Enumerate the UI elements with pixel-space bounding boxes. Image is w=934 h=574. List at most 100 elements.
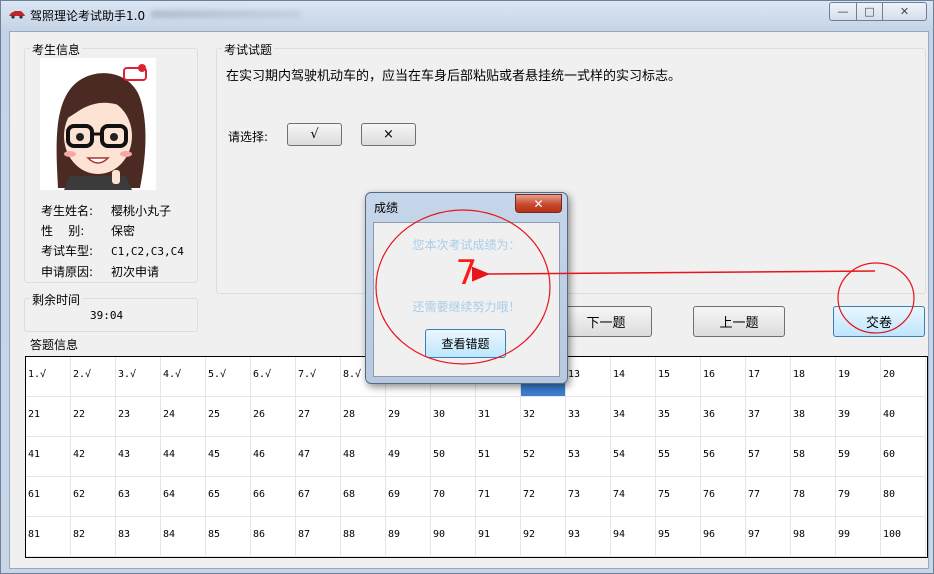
answer-cell[interactable]: 37: [746, 397, 791, 437]
answer-cell[interactable]: 78: [791, 477, 836, 517]
answer-cell[interactable]: 85: [206, 517, 251, 557]
answer-cell[interactable]: 62: [71, 477, 116, 517]
answer-cell[interactable]: 69: [386, 477, 431, 517]
review-mistakes-button[interactable]: 查看错题: [425, 329, 506, 358]
answer-cell[interactable]: 5.√: [206, 357, 251, 397]
answer-cell[interactable]: 73: [566, 477, 611, 517]
answer-cell[interactable]: 87: [296, 517, 341, 557]
answer-cell[interactable]: 82: [71, 517, 116, 557]
answer-cell[interactable]: 47: [296, 437, 341, 477]
answer-cell[interactable]: 3.√: [116, 357, 161, 397]
answer-cell[interactable]: 81: [26, 517, 71, 557]
answer-cell[interactable]: 80: [881, 477, 926, 517]
answer-cell[interactable]: 75: [656, 477, 701, 517]
answer-cell[interactable]: 36: [701, 397, 746, 437]
answer-cell[interactable]: 6.√: [251, 357, 296, 397]
answer-cell[interactable]: 94: [611, 517, 656, 557]
answer-cell[interactable]: 15: [656, 357, 701, 397]
maximize-button[interactable]: □: [857, 2, 883, 21]
answer-cell[interactable]: 79: [836, 477, 881, 517]
answer-cell[interactable]: 35: [656, 397, 701, 437]
answer-cell[interactable]: 45: [206, 437, 251, 477]
answer-cell[interactable]: 99: [836, 517, 881, 557]
answer-cell[interactable]: 29: [386, 397, 431, 437]
answer-cell[interactable]: 52: [521, 437, 566, 477]
answer-cell[interactable]: 32: [521, 397, 566, 437]
answer-cell[interactable]: 84: [161, 517, 206, 557]
answer-cell[interactable]: 48: [341, 437, 386, 477]
answer-cell[interactable]: 20: [881, 357, 926, 397]
answer-cell[interactable]: 40: [881, 397, 926, 437]
answer-cell[interactable]: 16: [701, 357, 746, 397]
answer-cell[interactable]: 86: [251, 517, 296, 557]
close-button[interactable]: ✕: [883, 2, 927, 21]
answer-cell[interactable]: 28: [341, 397, 386, 437]
answer-cell[interactable]: 96: [701, 517, 746, 557]
answer-false-button[interactable]: ×: [361, 123, 416, 146]
answer-cell[interactable]: 25: [206, 397, 251, 437]
answer-cell[interactable]: 58: [791, 437, 836, 477]
answer-cell[interactable]: 57: [746, 437, 791, 477]
answer-cell[interactable]: 63: [116, 477, 161, 517]
answer-cell[interactable]: 19: [836, 357, 881, 397]
answer-cell[interactable]: 89: [386, 517, 431, 557]
answer-cell[interactable]: 70: [431, 477, 476, 517]
prev-question-button[interactable]: 上一题: [693, 306, 785, 337]
answer-cell[interactable]: 44: [161, 437, 206, 477]
answer-cell[interactable]: 2.√: [71, 357, 116, 397]
answer-cell[interactable]: 34: [611, 397, 656, 437]
minimize-button[interactable]: —: [829, 2, 857, 21]
answer-cell[interactable]: 22: [71, 397, 116, 437]
answer-cell[interactable]: 100: [881, 517, 926, 557]
answer-cell[interactable]: 61: [26, 477, 71, 517]
answer-cell[interactable]: 23: [116, 397, 161, 437]
answer-cell[interactable]: 30: [431, 397, 476, 437]
answer-cell[interactable]: 50: [431, 437, 476, 477]
answer-true-button[interactable]: √: [287, 123, 342, 146]
answer-cell[interactable]: 56: [701, 437, 746, 477]
answer-cell[interactable]: 83: [116, 517, 161, 557]
answer-cell[interactable]: 88: [341, 517, 386, 557]
submit-exam-button[interactable]: 交卷: [833, 306, 925, 337]
answer-cell[interactable]: 31: [476, 397, 521, 437]
answer-cell[interactable]: 24: [161, 397, 206, 437]
answer-cell[interactable]: 1.√: [26, 357, 71, 397]
answer-cell[interactable]: 33: [566, 397, 611, 437]
answer-cell[interactable]: 38: [791, 397, 836, 437]
answer-cell[interactable]: 27: [296, 397, 341, 437]
answer-cell[interactable]: 21: [26, 397, 71, 437]
answer-cell[interactable]: 71: [476, 477, 521, 517]
answer-cell[interactable]: 26: [251, 397, 296, 437]
answer-cell[interactable]: 72: [521, 477, 566, 517]
answer-cell[interactable]: 68: [341, 477, 386, 517]
answer-cell[interactable]: 74: [611, 477, 656, 517]
answer-cell[interactable]: 46: [251, 437, 296, 477]
answer-cell[interactable]: 7.√: [296, 357, 341, 397]
dialog-close-button[interactable]: ✕: [515, 194, 562, 213]
answer-cell[interactable]: 17: [746, 357, 791, 397]
answer-cell[interactable]: 91: [476, 517, 521, 557]
answer-cell[interactable]: 76: [701, 477, 746, 517]
answer-cell[interactable]: 41: [26, 437, 71, 477]
answer-cell[interactable]: 13: [566, 357, 611, 397]
answer-cell[interactable]: 14: [611, 357, 656, 397]
answer-cell[interactable]: 49: [386, 437, 431, 477]
answer-cell[interactable]: 39: [836, 397, 881, 437]
answer-cell[interactable]: 59: [836, 437, 881, 477]
answer-cell[interactable]: 42: [71, 437, 116, 477]
next-question-button[interactable]: 下一题: [560, 306, 652, 337]
answer-cell[interactable]: 18: [791, 357, 836, 397]
answer-cell[interactable]: 77: [746, 477, 791, 517]
answer-cell[interactable]: 90: [431, 517, 476, 557]
answer-cell[interactable]: 4.√: [161, 357, 206, 397]
answer-cell[interactable]: 66: [251, 477, 296, 517]
answer-cell[interactable]: 97: [746, 517, 791, 557]
answer-cell[interactable]: 60: [881, 437, 926, 477]
answer-cell[interactable]: 98: [791, 517, 836, 557]
answer-cell[interactable]: 54: [611, 437, 656, 477]
answer-cell[interactable]: 53: [566, 437, 611, 477]
answer-cell[interactable]: 43: [116, 437, 161, 477]
answer-cell[interactable]: 65: [206, 477, 251, 517]
answer-cell[interactable]: 51: [476, 437, 521, 477]
answer-cell[interactable]: 93: [566, 517, 611, 557]
